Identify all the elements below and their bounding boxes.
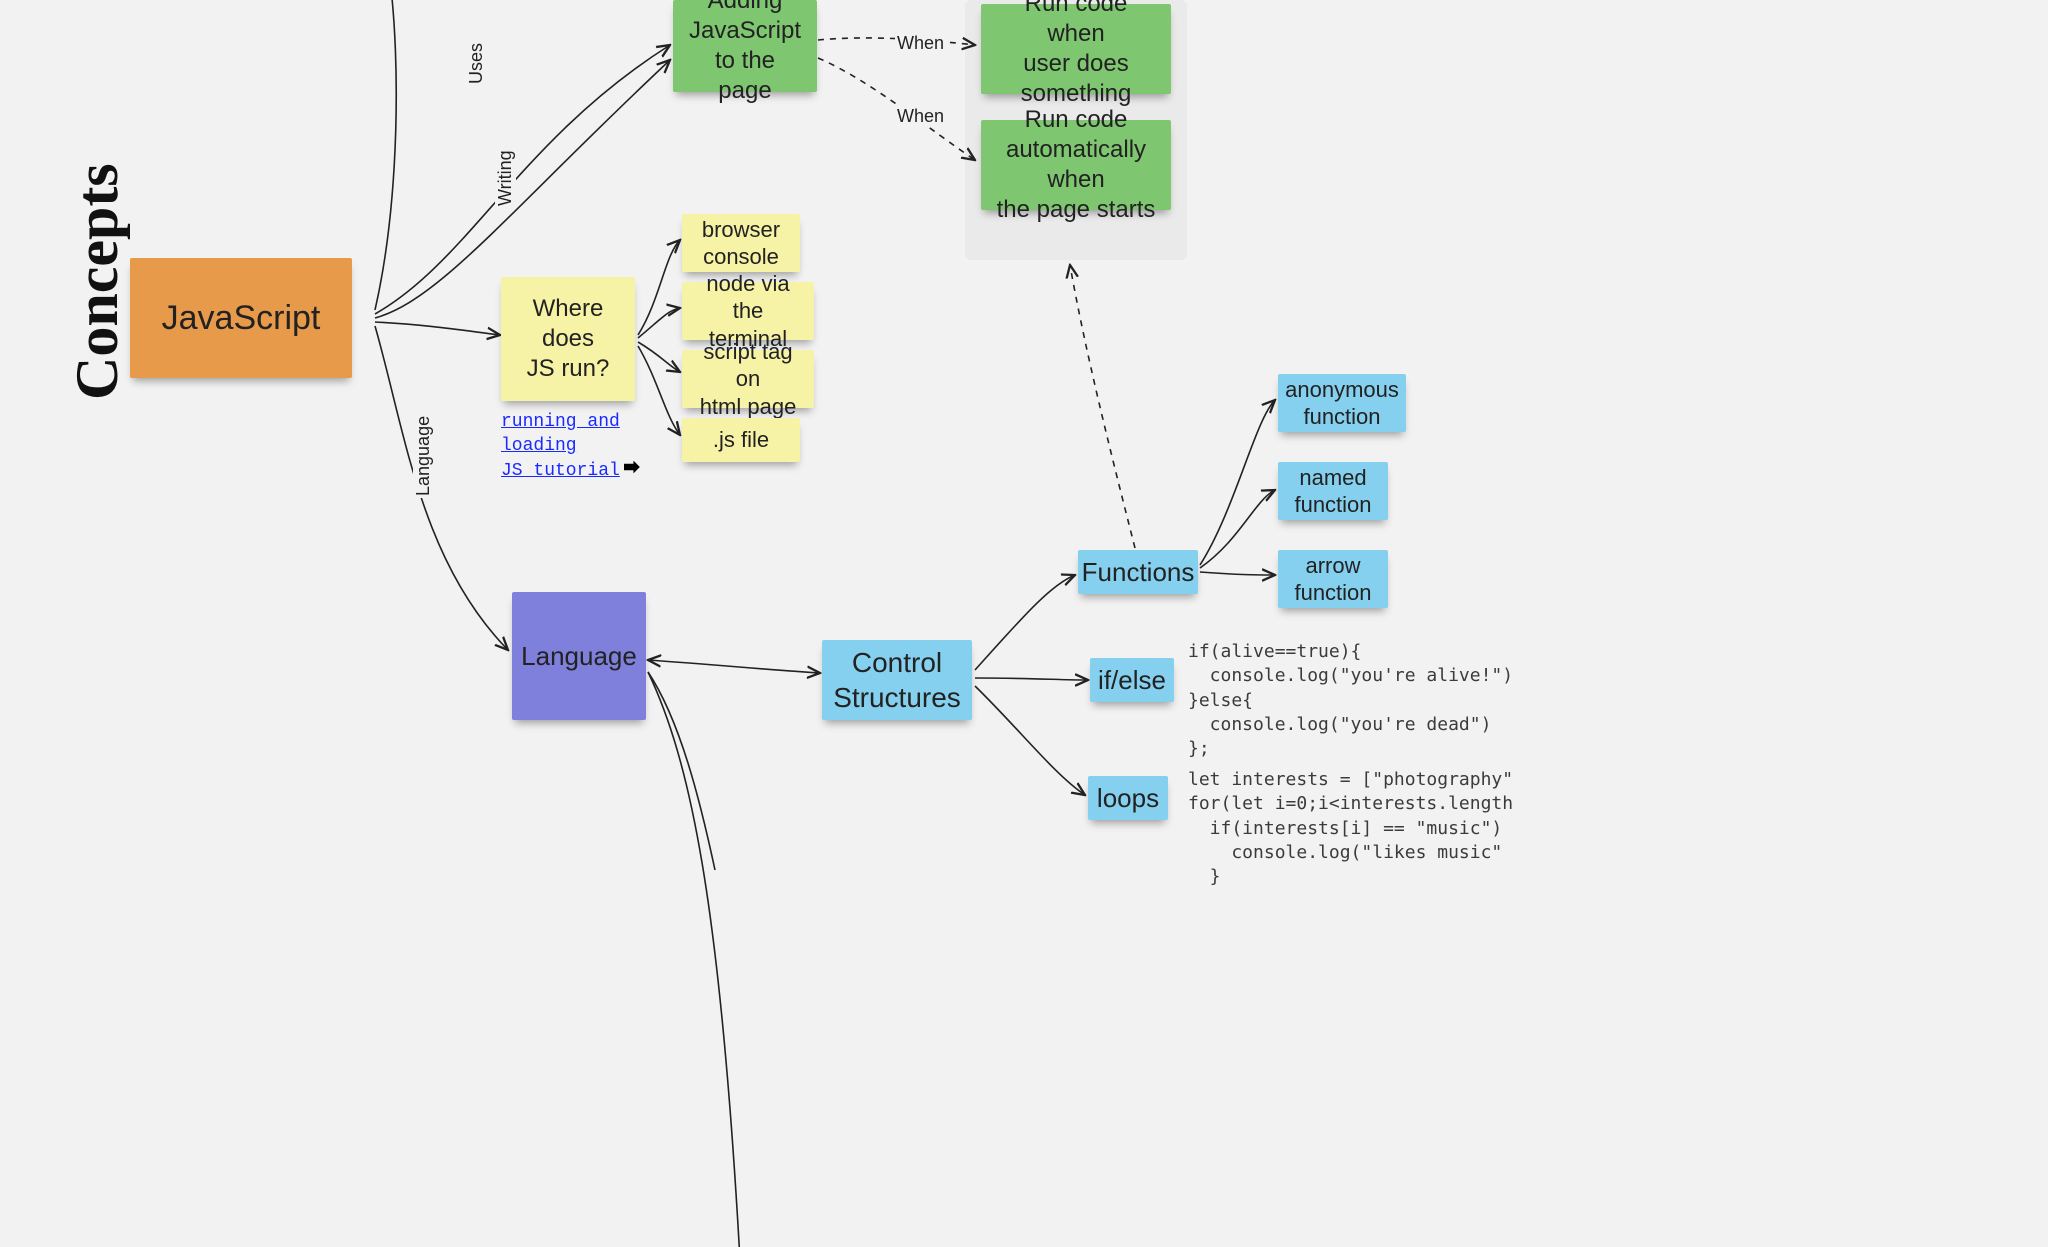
link-running-loading-tutorial[interactable]: running and loading JS tutorial xyxy=(501,410,681,483)
node-label: if/else xyxy=(1098,664,1166,697)
edge-label-language: Language xyxy=(413,414,434,498)
node-control-structures[interactable]: Control Structures xyxy=(822,640,972,720)
node-anon-fn[interactable]: anonymous function xyxy=(1278,374,1406,432)
node-named-fn[interactable]: named function xyxy=(1278,462,1388,520)
node-label: .js file xyxy=(713,426,769,454)
node-adding-js[interactable]: Adding JavaScript to the page xyxy=(673,0,817,92)
edge-label-when-1: When xyxy=(895,33,946,54)
node-js-file[interactable]: .js file xyxy=(682,418,800,462)
code-loops: let interests = ["photography" for(let i… xyxy=(1188,768,1513,889)
node-label: loops xyxy=(1097,782,1159,815)
node-label: anonymous function xyxy=(1285,376,1399,431)
external-link-icon xyxy=(624,461,640,477)
node-browser-console[interactable]: browser console xyxy=(682,214,800,272)
edge-label-when-2: When xyxy=(895,106,946,127)
node-label: Functions xyxy=(1082,556,1195,589)
node-label: Run code automatically when the page sta… xyxy=(995,105,1157,225)
node-where-runs[interactable]: Where does JS run? xyxy=(501,277,635,401)
node-label: Where does JS run? xyxy=(515,294,621,384)
node-arrow-fn[interactable]: arrow function xyxy=(1278,550,1388,608)
node-node-terminal[interactable]: node via the terminal xyxy=(682,282,814,340)
section-heading: Concepts xyxy=(63,163,132,400)
node-run-user[interactable]: Run code when user does something xyxy=(981,4,1171,94)
node-label: JavaScript xyxy=(162,297,321,340)
node-label: Adding JavaScript to the page xyxy=(687,0,803,106)
node-label: script tag on html page xyxy=(696,338,800,421)
node-script-tag[interactable]: script tag on html page xyxy=(682,350,814,408)
node-label: named function xyxy=(1294,464,1371,519)
node-label: arrow function xyxy=(1294,552,1371,607)
link-text: running and loading JS tutorial xyxy=(501,412,620,481)
node-label: Language xyxy=(521,640,637,673)
edge-label-writing: Writing xyxy=(495,148,516,208)
node-language[interactable]: Language xyxy=(512,592,646,720)
node-loops[interactable]: loops xyxy=(1088,776,1168,820)
node-functions[interactable]: Functions xyxy=(1078,550,1198,594)
edge-label-uses: Uses xyxy=(466,41,487,86)
node-javascript[interactable]: JavaScript xyxy=(130,258,352,378)
node-label: browser console xyxy=(702,216,780,271)
node-if-else[interactable]: if/else xyxy=(1090,658,1174,702)
node-run-auto[interactable]: Run code automatically when the page sta… xyxy=(981,120,1171,210)
code-ifelse: if(alive==true){ console.log("you're ali… xyxy=(1188,640,1513,761)
node-label: Control Structures xyxy=(833,645,961,715)
node-label: Run code when user does something xyxy=(995,0,1157,109)
